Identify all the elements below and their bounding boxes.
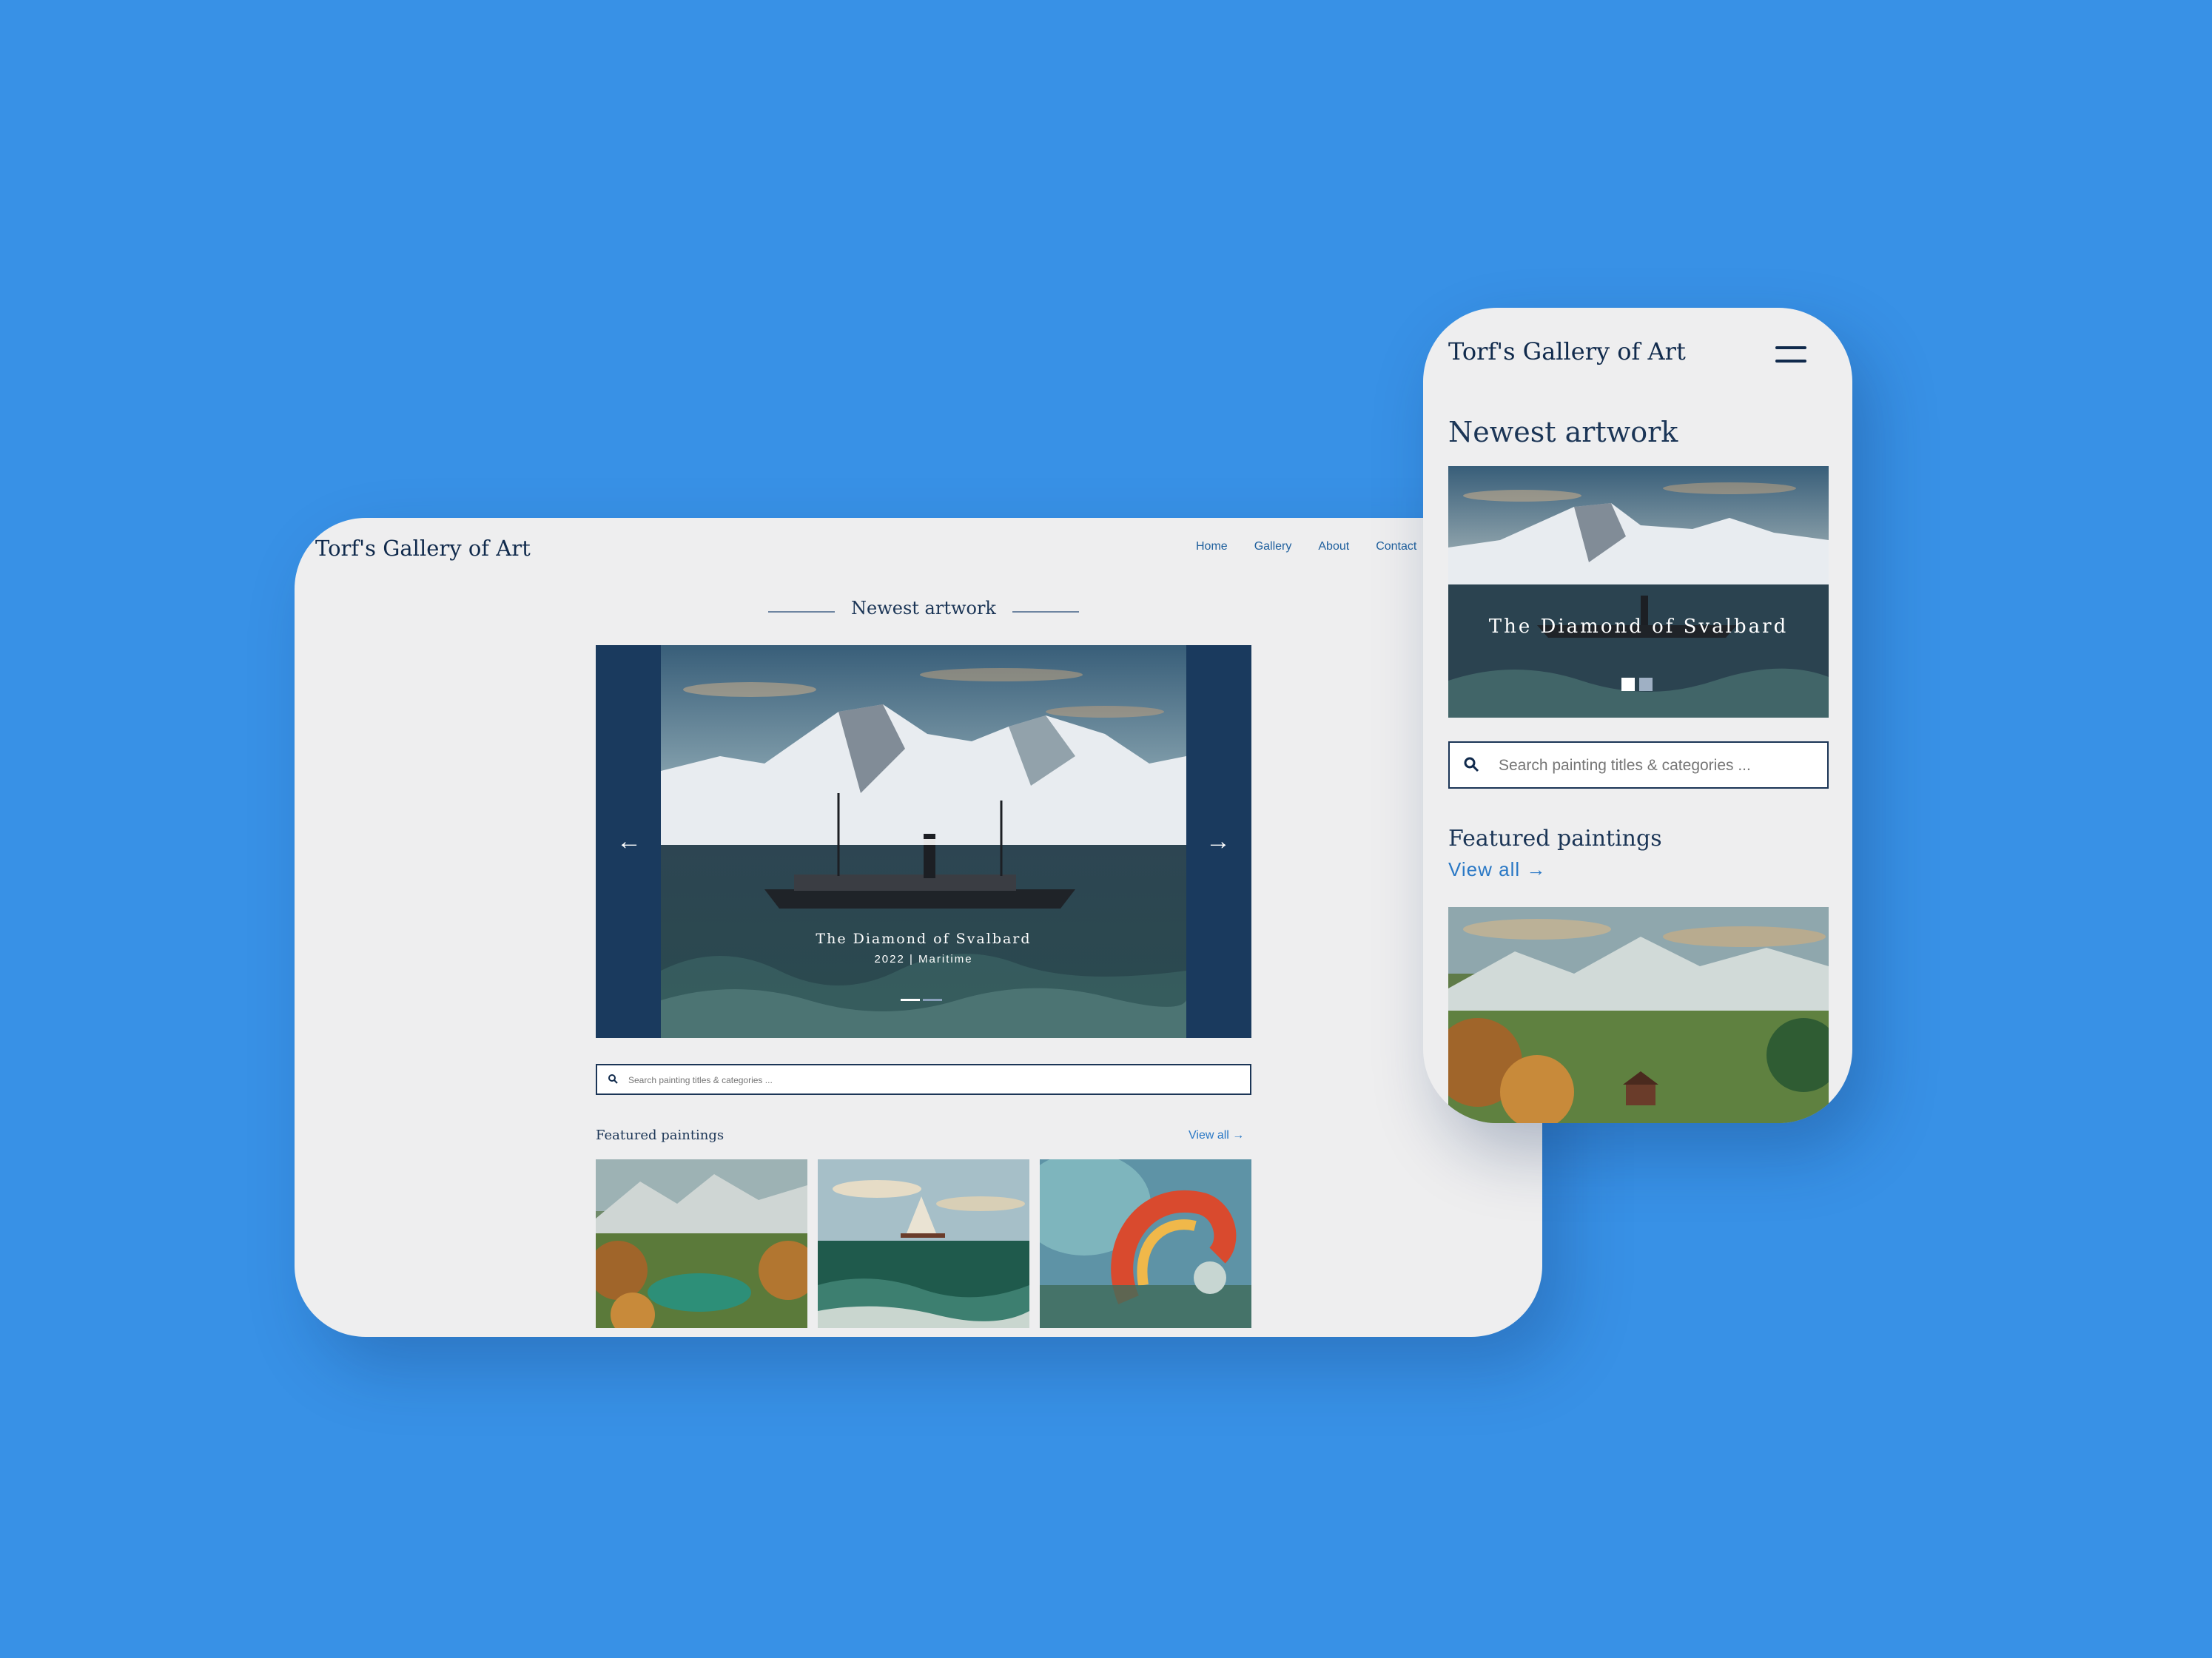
featured-painting-card[interactable]	[596, 1159, 807, 1328]
hero-title: The Diamond of Svalbard	[816, 931, 1032, 947]
featured-painting-card[interactable]	[1448, 907, 1829, 1123]
search-bar	[1448, 741, 1829, 789]
hero-caption: The Diamond of Svalbard 2022 | Maritime	[661, 931, 1186, 966]
featured-painting-card[interactable]	[1040, 1159, 1251, 1328]
hero-title: The Diamond of Svalbard	[1488, 616, 1789, 638]
carousel-indicators	[901, 999, 942, 1001]
carousel-dot[interactable]	[901, 999, 920, 1001]
search-icon	[1464, 757, 1479, 772]
hamburger-menu-icon[interactable]	[1775, 346, 1806, 365]
nav-gallery[interactable]: Gallery	[1254, 540, 1292, 553]
carousel-indicators	[1621, 678, 1653, 691]
carousel-prev-area[interactable]: ←	[596, 645, 661, 1038]
arrow-left-icon[interactable]: ←	[616, 829, 642, 854]
painting-mountain-valley-image	[1448, 907, 1829, 1123]
heading-rule-right	[1012, 611, 1079, 613]
featured-painting-card[interactable]	[818, 1159, 1029, 1328]
nav-home[interactable]: Home	[1196, 540, 1228, 553]
hero-subtitle: 2022 | Maritime	[874, 953, 973, 966]
hero-carousel[interactable]: ← → The Diamond of Svalbard 2022 | Marit…	[596, 645, 1251, 1038]
desktop-preview-card: Torf's Gallery of Art Home Gallery About…	[295, 518, 1542, 1337]
search-input[interactable]	[1497, 743, 1818, 789]
carousel-dot[interactable]	[923, 999, 942, 1001]
arrow-right-icon[interactable]: →	[1206, 829, 1231, 854]
carousel-dot[interactable]	[1639, 678, 1653, 691]
carousel-dot[interactable]	[1621, 678, 1635, 691]
view-all-link[interactable]: View all →	[1448, 858, 1546, 881]
main-nav: Home Gallery About Contact	[1196, 540, 1416, 553]
newest-artwork-heading: Newest artwork	[768, 598, 1079, 624]
newest-artwork-heading: Newest artwork	[1448, 416, 1678, 448]
nav-about[interactable]: About	[1318, 540, 1349, 553]
hero-carousel[interactable]: The Diamond of Svalbard	[1448, 466, 1829, 718]
site-brand[interactable]: Torf's Gallery of Art	[1448, 337, 1686, 365]
newest-artwork-title: Newest artwork	[851, 598, 996, 619]
painting-mountain-lake-image	[596, 1159, 807, 1328]
search-bar	[596, 1064, 1251, 1095]
mobile-preview-card: Torf's Gallery of Art Newest artwork The…	[1423, 308, 1852, 1123]
carousel-next-area[interactable]: →	[1186, 645, 1251, 1038]
site-brand[interactable]: Torf's Gallery of Art	[315, 536, 531, 561]
view-all-link[interactable]: View all →	[1189, 1129, 1244, 1142]
painting-abstract-image	[1040, 1159, 1251, 1328]
nav-contact[interactable]: Contact	[1376, 540, 1416, 553]
search-icon	[608, 1074, 618, 1084]
painting-sailing-ship-image	[818, 1159, 1029, 1328]
hero-painting-image	[661, 645, 1186, 1038]
featured-paintings-heading: Featured paintings	[1448, 826, 1662, 852]
search-input[interactable]	[627, 1065, 1222, 1095]
featured-paintings-heading: Featured paintings	[596, 1128, 725, 1143]
